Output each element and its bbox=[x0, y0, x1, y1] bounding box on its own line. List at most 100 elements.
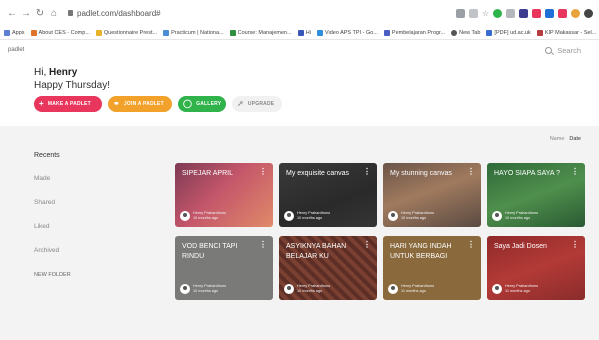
extension-icon[interactable] bbox=[455, 8, 465, 18]
gallery-button[interactable]: ◯ GALLERY bbox=[178, 96, 226, 112]
sidebar-item-made[interactable]: Made bbox=[34, 175, 50, 182]
browser-address-bar: ← → ↻ ⌂ padlet.com/dashboard# ☆ bbox=[0, 0, 599, 26]
bookmark-item[interactable]: About CES - Comp... bbox=[30, 29, 90, 36]
sort-by-date[interactable]: Date bbox=[569, 136, 581, 142]
more-vert-icon[interactable]: ⋮ bbox=[259, 168, 267, 176]
bookmark-icon bbox=[383, 29, 390, 36]
bookmark-icon bbox=[297, 29, 304, 36]
card-time: 11 months ago bbox=[401, 289, 426, 293]
forward-arrow-icon[interactable]: → bbox=[20, 8, 32, 19]
sidebar-item-archived[interactable]: Archived bbox=[34, 247, 59, 254]
padlet-card[interactable]: HARI YANG INDAH UNTUK BERBAGI ⋮ Henry Pr… bbox=[383, 236, 481, 300]
padlet-card[interactable]: SIPEJAR APRIL ⋮ Henry Prahardhono 10 mont… bbox=[175, 163, 273, 227]
extensions-area: ☆ bbox=[455, 8, 593, 18]
padlet-card[interactable]: VOD BENCI TAPI RINDU ⋮ Henry Prahardhono… bbox=[175, 236, 273, 300]
bookmark-item[interactable]: KIP Makassar - Sel... bbox=[536, 29, 596, 36]
extension-icon[interactable] bbox=[558, 8, 567, 18]
extension-icon[interactable] bbox=[519, 8, 528, 18]
user-name: Henry bbox=[49, 67, 78, 78]
bookmark-item[interactable]: Video APS TPI - Go... bbox=[316, 29, 378, 36]
extension-icon[interactable] bbox=[506, 8, 515, 18]
make-padlet-button[interactable]: + MAKE A PADLET bbox=[34, 96, 102, 112]
avatar bbox=[180, 284, 190, 294]
card-time: 11 months ago bbox=[505, 289, 530, 293]
sidebar-item-recents[interactable]: Recents bbox=[34, 152, 60, 159]
avatar bbox=[492, 284, 502, 294]
padlet-logo[interactable]: padlet bbox=[8, 47, 24, 53]
bookmark-icon bbox=[163, 29, 170, 36]
apps-icon bbox=[4, 29, 10, 36]
bookmark-item[interactable]: Pembelajaran Progr... bbox=[383, 29, 445, 36]
card-footer: Henry Prahardhono 10 months ago bbox=[388, 211, 434, 221]
link-icon: ⚭ bbox=[113, 99, 120, 108]
bookmark-label: [PDF] ud.ac.uk bbox=[494, 29, 531, 36]
extension-icon[interactable] bbox=[532, 8, 541, 18]
bookmark-item[interactable]: Questionnaire Prest... bbox=[95, 29, 157, 36]
card-time: 10 months ago bbox=[297, 216, 323, 220]
card-footer: Henry Prahardhono 10 months ago bbox=[284, 211, 330, 221]
card-footer: Henry Prahardhono 11 months ago bbox=[388, 284, 434, 294]
bookmark-item[interactable]: Practicum | Nationa... bbox=[163, 29, 224, 36]
bookmark-label: Apps bbox=[12, 29, 25, 36]
action-buttons: + MAKE A PADLET ⚭ JOIN A PADLET ◯ GALLER… bbox=[34, 96, 282, 112]
url-field[interactable]: padlet.com/dashboard# bbox=[68, 9, 161, 18]
bookmark-label: Practicum | Nationa... bbox=[171, 29, 224, 36]
rocket-icon: ➚ bbox=[237, 99, 244, 108]
sidebar-item-liked[interactable]: Liked bbox=[34, 223, 50, 230]
more-vert-icon[interactable]: ⋮ bbox=[571, 241, 579, 249]
upgrade-button[interactable]: ➚ UPGRADE bbox=[232, 96, 282, 112]
make-padlet-label: MAKE A PADLET bbox=[47, 101, 91, 107]
reload-icon[interactable]: ↻ bbox=[34, 8, 46, 19]
greeting-subtitle: Happy Thursday! bbox=[34, 80, 110, 91]
new-folder-button[interactable]: NEW FOLDER bbox=[34, 272, 71, 278]
search-box[interactable]: Search bbox=[545, 46, 581, 55]
join-padlet-button[interactable]: ⚭ JOIN A PADLET bbox=[108, 96, 172, 112]
more-vert-icon[interactable]: ⋮ bbox=[467, 241, 475, 249]
extension-icon[interactable] bbox=[468, 8, 478, 18]
extension-icon[interactable] bbox=[545, 8, 554, 18]
bookmark-item[interactable]: Hi bbox=[297, 29, 311, 36]
card-time: 10 months ago bbox=[193, 216, 219, 220]
sidebar-item-shared[interactable]: Shared bbox=[34, 199, 55, 206]
more-vert-icon[interactable]: ⋮ bbox=[363, 241, 371, 249]
upgrade-label: UPGRADE bbox=[247, 101, 275, 107]
back-arrow-icon[interactable]: ← bbox=[6, 8, 18, 19]
card-title: SIPEJAR APRIL bbox=[182, 170, 233, 177]
bookmark-label: New Tab bbox=[459, 29, 481, 36]
padlet-card[interactable]: Saya Jadi Dosen ⋮ Henry Prahardhono 11 mo… bbox=[487, 236, 585, 300]
card-time: 10 months ago bbox=[297, 289, 323, 293]
avatar bbox=[492, 211, 502, 221]
padlet-card[interactable]: My stunning canvas ⋮ Henry Prahardhono 10… bbox=[383, 163, 481, 227]
search-icon bbox=[545, 47, 553, 54]
bookmark-item[interactable]: Course: Manajemen... bbox=[229, 29, 292, 36]
padlet-card[interactable]: HAYO SIAPA SAYA ? ⋮ Henry Prahardhono 10 … bbox=[487, 163, 585, 227]
card-time: 10 months ago bbox=[505, 216, 531, 220]
sort-by-name[interactable]: Name bbox=[550, 136, 565, 142]
card-title: My stunning canvas bbox=[390, 170, 452, 177]
more-vert-icon[interactable]: ⋮ bbox=[571, 168, 579, 176]
bookmarks-bar: Apps About CES - Comp... Questionnaire P… bbox=[0, 26, 599, 40]
card-footer: Henry Prahardhono 10 months ago bbox=[180, 211, 226, 221]
avatar bbox=[388, 284, 398, 294]
star-icon[interactable]: ☆ bbox=[482, 9, 489, 18]
card-footer: Henry Prahardhono 11 months ago bbox=[492, 284, 538, 294]
more-vert-icon[interactable]: ⋮ bbox=[467, 168, 475, 176]
more-vert-icon[interactable]: ⋮ bbox=[259, 241, 267, 249]
bookmark-item[interactable]: [PDF] ud.ac.uk bbox=[486, 29, 531, 36]
card-title: HARI YANG INDAH UNTUK BERBAGI bbox=[390, 243, 452, 260]
card-footer: Henry Prahardhono 10 months ago bbox=[492, 211, 538, 221]
extension-icon[interactable] bbox=[493, 8, 502, 18]
home-icon[interactable]: ⌂ bbox=[48, 8, 60, 19]
avatar bbox=[284, 211, 294, 221]
bookmark-label: Course: Manajemen... bbox=[237, 29, 292, 36]
padlet-card[interactable]: My exquisite canvas ⋮ Henry Prahardhono 1… bbox=[279, 163, 377, 227]
plus-icon: + bbox=[39, 99, 44, 108]
more-vert-icon[interactable]: ⋮ bbox=[363, 168, 371, 176]
padlet-card[interactable]: ASYIKNYA BAHAN BELAJAR KU ⋮ Henry Prahar… bbox=[279, 236, 377, 300]
bookmark-item[interactable]: Apps bbox=[4, 29, 25, 36]
bookmark-icon bbox=[536, 29, 543, 36]
extension-icon[interactable] bbox=[571, 8, 580, 18]
bookmark-item[interactable]: New Tab bbox=[451, 29, 481, 36]
profile-avatar[interactable] bbox=[584, 8, 593, 18]
card-title: ASYIKNYA BAHAN BELAJAR KU bbox=[286, 243, 347, 260]
